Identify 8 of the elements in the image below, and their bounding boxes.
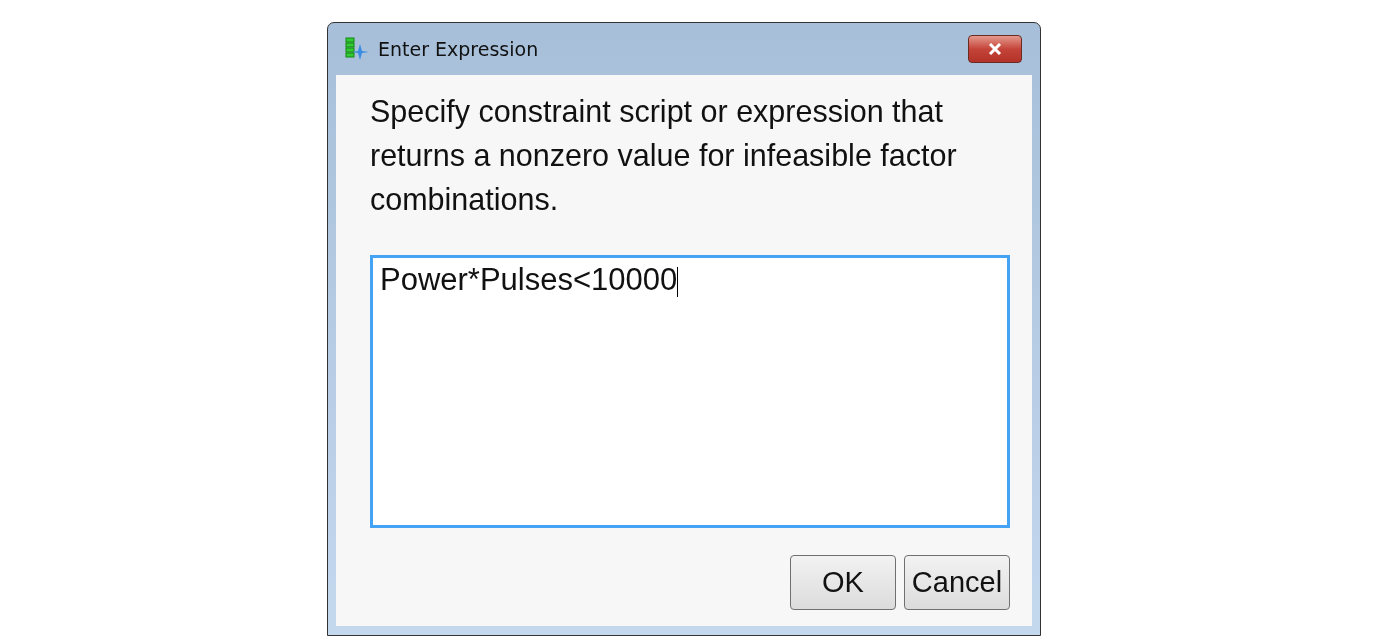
window-title: Enter Expression: [378, 38, 540, 60]
dialog-button[interactable]: OK: [790, 555, 896, 610]
dialog-button[interactable]: Cancel: [904, 555, 1010, 610]
text-cursor: [677, 266, 679, 297]
expression-field[interactable]: Power*Pulses<10000: [370, 255, 1010, 528]
close-button[interactable]: [968, 35, 1022, 63]
prompt-text: Specify constraint script or expression that returns a nonzero value for infeasible factor combinations.: [370, 93, 958, 218]
close-icon: [987, 43, 1003, 55]
